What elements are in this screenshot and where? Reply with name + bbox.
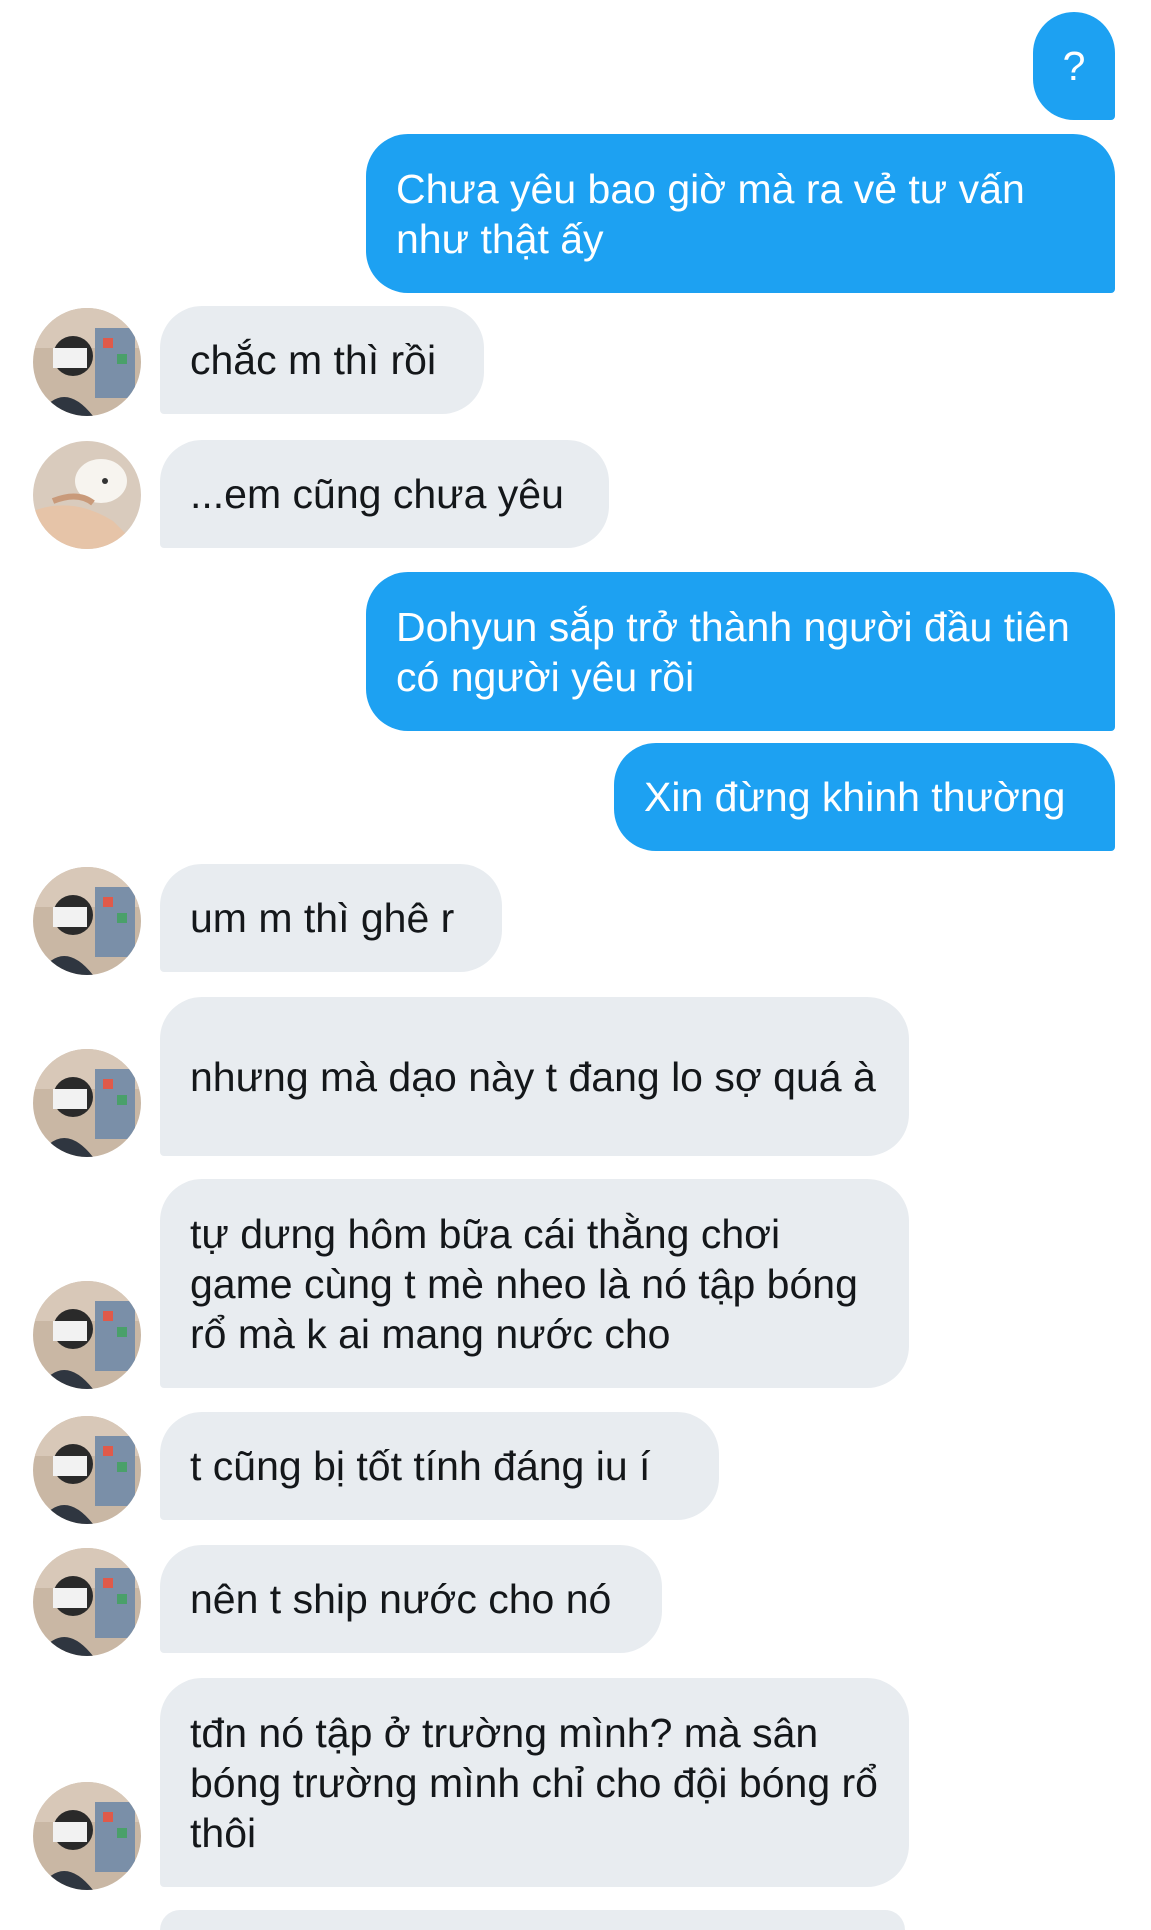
message-text: Chưa yêu bao giờ mà ra vẻ tư vấn như thậ… [396,165,1037,262]
contact-avatar[interactable] [33,1281,141,1389]
received-message-bubble[interactable]: nhưng mà dạo này t đang lo sợ quá à [160,997,909,1156]
received-message-bubble[interactable]: chắc m thì rồi [160,306,484,414]
contact-avatar[interactable] [33,1548,141,1656]
sent-message-bubble[interactable]: Dohyun sắp trở thành người đầu tiên có n… [366,572,1115,731]
person-selfie-avatar-icon [33,867,141,975]
contact-avatar[interactable] [33,308,141,416]
message-text: ? [1062,43,1086,89]
received-message-bubble[interactable]: t cũng bị tốt tính đáng iu í [160,1412,719,1520]
sent-message-bubble[interactable]: Xin đừng khinh thường [614,743,1115,851]
person-selfie-avatar-icon [33,1049,141,1157]
contact-avatar[interactable] [33,1416,141,1524]
person-selfie-avatar-icon [33,308,141,416]
conversation-thread[interactable]: ? Chưa yêu bao giờ mà ra vẻ tư vấn như t… [0,0,1151,1930]
contact-avatar[interactable] [33,1782,141,1890]
message-text: Xin đừng khinh thường [644,774,1066,820]
message-text: tđn nó tập ở trường mình? mà sân bóng tr… [190,1709,890,1856]
message-text: t cũng bị tốt tính đáng iu í [190,1443,651,1489]
contact-avatar[interactable] [33,441,141,549]
person-selfie-avatar-icon [33,1281,141,1389]
partial-message-bubble[interactable] [160,1910,905,1930]
sent-message-bubble[interactable]: Chưa yêu bao giờ mà ra vẻ tư vấn như thậ… [366,134,1115,293]
dog-photo-avatar-icon [33,441,141,549]
message-text: chắc m thì rồi [190,337,437,383]
contact-avatar[interactable] [33,867,141,975]
contact-avatar[interactable] [33,1049,141,1157]
received-message-bubble[interactable]: tự dưng hôm bữa cái thằng chơi game cùng… [160,1179,909,1388]
person-selfie-avatar-icon [33,1416,141,1524]
message-text: ...em cũng chưa yêu [190,471,564,517]
message-text: tự dưng hôm bữa cái thằng chơi game cùng… [190,1210,870,1357]
person-selfie-avatar-icon [33,1548,141,1656]
received-message-bubble[interactable]: ...em cũng chưa yêu [160,440,609,548]
message-text: um m thì ghê r [190,895,455,941]
person-selfie-avatar-icon [33,1782,141,1890]
received-message-bubble[interactable]: nên t ship nước cho nó [160,1545,662,1653]
sent-message-bubble[interactable]: ? [1033,12,1115,120]
message-text: Dohyun sắp trở thành người đầu tiên có n… [396,603,1082,700]
received-message-bubble[interactable]: tđn nó tập ở trường mình? mà sân bóng tr… [160,1678,909,1887]
message-text: nhưng mà dạo này t đang lo sợ quá à [190,1053,876,1100]
received-message-bubble[interactable]: um m thì ghê r [160,864,502,972]
message-text: nên t ship nước cho nó [190,1576,612,1622]
